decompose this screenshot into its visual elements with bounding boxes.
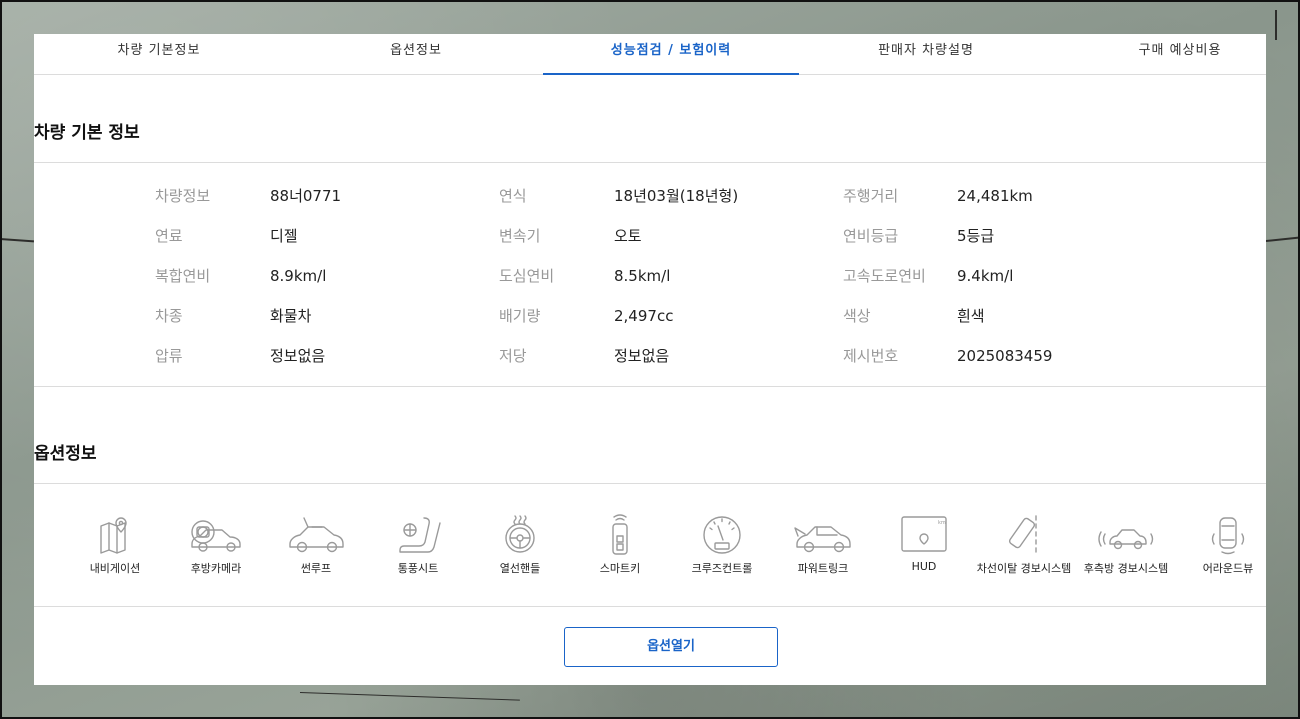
option-item-ventilated-seat: 통풍시트 [366,514,470,576]
info-value: 2025083459 [957,347,1053,365]
option-label: HUD [911,560,937,573]
option-label: 후측방 경보시스템 [1083,562,1169,575]
tab-basic-info[interactable]: 차량 기본정보 [34,34,284,75]
info-value: 화물차 [270,307,312,325]
divider [34,606,1266,607]
svg-text:km: km [938,520,946,526]
info-label: 차종 [155,307,183,325]
info-label: 저당 [499,347,527,365]
power-trunk-icon [794,526,851,553]
sunroof-icon [289,517,344,553]
option-label: 크루즈컨트롤 [691,562,753,575]
option-item-cruise-control: 크루즈컨트롤 [670,514,774,576]
option-label: 열선핸들 [499,562,541,575]
info-label: 색상 [843,307,871,325]
info-value: 5등급 [957,227,995,245]
tab-options[interactable]: 옵션정보 [288,34,544,75]
hud-icon: km [901,516,947,552]
info-label: 배기량 [499,307,541,325]
option-item-heated-steering: 열선핸들 [468,514,572,576]
info-label: 연비등급 [843,227,899,245]
heated-steering-icon [505,515,535,553]
ventilated-seat-icon [399,517,441,553]
option-item-navigation: 내비게이션 [63,514,167,576]
info-value: 88너0771 [270,187,342,205]
smart-key-icon [612,514,628,555]
tab-bar: 차량 기본정보 옵션정보 성능점검 / 보험이력 판매자 차량설명 구매 예상비… [34,34,1266,75]
option-label: 내비게이션 [89,562,141,575]
info-value: 오토 [614,227,642,245]
options-title: 옵션정보 [34,444,97,464]
option-item-rear-camera: 후방카메라 [164,514,268,576]
option-label: 통풍시트 [397,562,439,575]
tab-seller-description[interactable]: 판매자 차량설명 [798,34,1054,75]
info-value: 9.4km/l [957,267,1014,285]
info-label: 연식 [499,187,527,205]
tab-expected-cost[interactable]: 구매 예상비용 [1054,34,1266,75]
basic-info-title: 차량 기본 정보 [34,123,140,143]
info-value: 디젤 [270,227,298,245]
info-label: 변속기 [499,227,541,245]
background-crack [1275,10,1277,40]
around-view-icon [1211,517,1245,555]
option-label: 파워트링크 [797,562,849,575]
option-item-blind-spot: 후측방 경보시스템 [1074,514,1178,576]
option-label: 스마트키 [599,562,641,575]
info-value: 8.5km/l [614,267,671,285]
option-item-lane-departure: 차선이탈 경보시스템 [972,514,1076,576]
info-label: 도심연비 [499,267,555,285]
option-item-power-trunk: 파워트링크 [771,514,875,576]
info-value: 흰색 [957,307,985,325]
option-item-sunroof: 썬루프 [264,514,368,576]
info-label: 압류 [155,347,183,365]
option-label: 썬루프 [300,562,332,575]
blind-spot-icon [1098,529,1154,550]
info-label: 고속도로연비 [843,267,926,285]
option-label: 어라운드뷰 [1202,562,1254,575]
info-value: 2,497cc [614,307,674,325]
open-options-button[interactable]: 옵션열기 [564,627,778,667]
rear-camera-icon [191,520,241,552]
divider [34,162,1266,163]
option-label: 후방카메라 [190,562,242,575]
info-label: 차량정보 [155,187,211,205]
info-label: 제시번호 [843,347,899,365]
info-value: 24,481km [957,187,1033,205]
option-item-around-view: 어라운드뷰 [1176,514,1266,576]
info-label: 주행거리 [843,187,899,205]
info-label: 복합연비 [155,267,211,285]
tab-inspection-insurance[interactable]: 성능점검 / 보험이력 [543,34,799,75]
info-label: 연료 [155,227,183,245]
info-value: 정보없음 [614,347,670,365]
option-label: 차선이탈 경보시스템 [976,562,1072,575]
info-value: 정보없음 [270,347,326,365]
detail-panel: 차량 기본정보 옵션정보 성능점검 / 보험이력 판매자 차량설명 구매 예상비… [34,34,1266,685]
navigation-icon [100,517,127,554]
option-item-hud: km HUD [872,514,976,573]
info-value: 18년03월(18년형) [614,187,739,205]
divider [34,386,1266,387]
info-value: 8.9km/l [270,267,327,285]
option-item-smart-key: 스마트키 [568,514,672,576]
divider [34,483,1266,484]
cruise-control-icon [703,516,741,554]
lane-departure-icon [1008,515,1037,553]
